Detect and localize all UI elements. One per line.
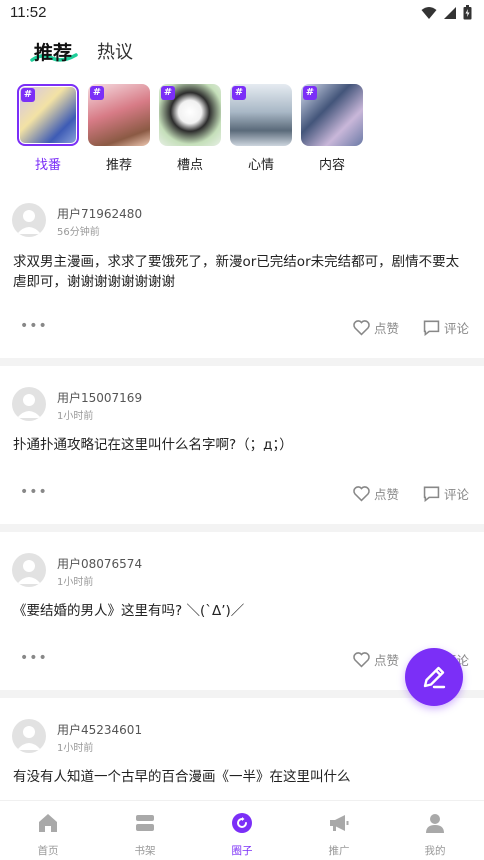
topic-thumbnail: # — [159, 84, 221, 146]
status-bar: 11:52 — [0, 0, 484, 28]
post-time: 56分钟前 — [57, 227, 100, 238]
comment-icon — [423, 486, 440, 502]
nav-label: 圈子 — [231, 845, 253, 857]
comment-button[interactable]: 评论 — [422, 484, 469, 503]
post-content[interactable]: 《要结婚的男人》这里有吗? ＼(`Δ’)／ — [13, 601, 471, 621]
topic-content[interactable]: # 内容 — [300, 84, 364, 173]
nav-label: 推广 — [328, 845, 350, 857]
topic-label: 心情 — [247, 158, 274, 173]
avatar[interactable] — [12, 203, 46, 237]
hashtag-icon: # — [232, 86, 246, 100]
tab-recommend[interactable]: 推荐 — [34, 38, 72, 65]
nav-bookshelf[interactable]: 书架 — [110, 811, 180, 858]
avatar[interactable] — [12, 553, 46, 587]
post-content[interactable]: 扑通扑通攻略记在这里叫什么名字啊?（；д；） — [13, 435, 471, 455]
topic-label: 内容 — [318, 158, 345, 173]
topic-thumbnail: # — [301, 84, 363, 146]
hashtag-icon: # — [303, 86, 317, 100]
nav-home[interactable]: 首页 — [13, 811, 83, 858]
post-card[interactable]: 用户15007169 1小时前 扑通扑通攻略记在这里叫什么名字啊?（；д；） •… — [0, 366, 484, 524]
post-card[interactable]: 用户71962480 56分钟前 求双男主漫画，求求了要饿死了，新漫or已完结o… — [0, 190, 484, 358]
hashtag-icon: # — [161, 86, 175, 100]
topic-label: 槽点 — [176, 158, 203, 173]
topic-thumbnail: # — [88, 84, 150, 146]
compose-post-button[interactable] — [405, 648, 463, 706]
post-time: 1小时前 — [57, 577, 94, 588]
more-options-button[interactable]: ••• — [20, 650, 48, 666]
nav-profile[interactable]: 我的 — [400, 811, 470, 858]
signal-icon — [444, 6, 456, 19]
avatar[interactable] — [12, 387, 46, 421]
bottom-nav: 首页 书架 圈子 推广 我的 — [0, 800, 484, 860]
hashtag-icon: # — [21, 88, 35, 102]
nav-circle[interactable]: 圈子 — [207, 811, 277, 858]
like-label: 点赞 — [374, 321, 400, 336]
home-icon — [39, 814, 57, 832]
like-label: 点赞 — [374, 487, 400, 502]
like-button[interactable]: 点赞 — [352, 318, 399, 337]
default-avatar-icon — [17, 560, 41, 584]
topic-thumbnail: # — [230, 84, 292, 146]
topic-mood[interactable]: # 心情 — [229, 84, 293, 173]
post-content[interactable]: 求双男主漫画，求求了要饿死了，新漫or已完结or未完结都可，剧情不要太虐即可，谢… — [13, 252, 471, 292]
default-avatar-icon — [17, 210, 41, 234]
post-card[interactable]: 用户45234601 1小时前 有没有人知道一个古早的百合漫画《一半》在这里叫什… — [0, 698, 484, 800]
heart-icon — [353, 652, 370, 668]
nav-promotion[interactable]: 推广 — [304, 811, 374, 858]
default-avatar-icon — [17, 726, 41, 750]
hashtag-icon: # — [90, 86, 104, 100]
wifi-icon — [421, 6, 437, 19]
topic-label: 推荐 — [105, 158, 132, 173]
username[interactable]: 用户71962480 — [57, 205, 142, 222]
post-separator — [0, 524, 484, 532]
comment-label: 评论 — [444, 321, 470, 336]
post-time: 1小时前 — [57, 411, 94, 422]
status-icons — [421, 5, 472, 20]
post-separator — [0, 358, 484, 366]
topic-recommend[interactable]: # 推荐 — [87, 84, 151, 173]
username[interactable]: 用户08076574 — [57, 555, 142, 572]
bookshelf-icon — [136, 815, 154, 831]
battery-icon — [463, 5, 472, 20]
default-avatar-icon — [17, 394, 41, 418]
pencil-icon — [423, 666, 446, 689]
topic-thumbnail: # — [17, 84, 79, 146]
nav-label: 首页 — [37, 845, 59, 857]
more-options-button[interactable]: ••• — [20, 484, 48, 500]
profile-icon — [426, 814, 444, 833]
username[interactable]: 用户45234601 — [57, 721, 142, 738]
heart-icon — [353, 320, 370, 336]
comment-label: 评论 — [444, 487, 470, 502]
post-time: 1小时前 — [57, 743, 94, 754]
topic-label: 找番 — [34, 158, 61, 173]
more-options-button[interactable]: ••• — [20, 318, 48, 334]
top-tabs: 推荐 热议 — [0, 30, 484, 74]
nav-label: 书架 — [134, 845, 156, 857]
avatar[interactable] — [12, 719, 46, 753]
tab-hot-discussion[interactable]: 热议 — [97, 38, 133, 64]
circle-icon — [232, 813, 252, 833]
status-time: 11:52 — [10, 4, 47, 21]
post-content[interactable]: 有没有人知道一个古早的百合漫画《一半》在这里叫什么 — [13, 767, 471, 787]
heart-icon — [353, 486, 370, 502]
username[interactable]: 用户15007169 — [57, 389, 142, 406]
nav-label: 我的 — [424, 845, 446, 857]
like-label: 点赞 — [374, 653, 400, 668]
topic-find-anime[interactable]: # 找番 — [16, 84, 80, 173]
like-button[interactable]: 点赞 — [352, 650, 399, 669]
topic-complaints[interactable]: # 槽点 — [158, 84, 222, 173]
comment-button[interactable]: 评论 — [422, 318, 469, 337]
like-button[interactable]: 点赞 — [352, 484, 399, 503]
topic-row: # 找番 # 推荐 # 槽点 # 心情 # 内容 — [0, 84, 484, 180]
comment-icon — [423, 320, 440, 336]
megaphone-icon — [330, 815, 349, 831]
